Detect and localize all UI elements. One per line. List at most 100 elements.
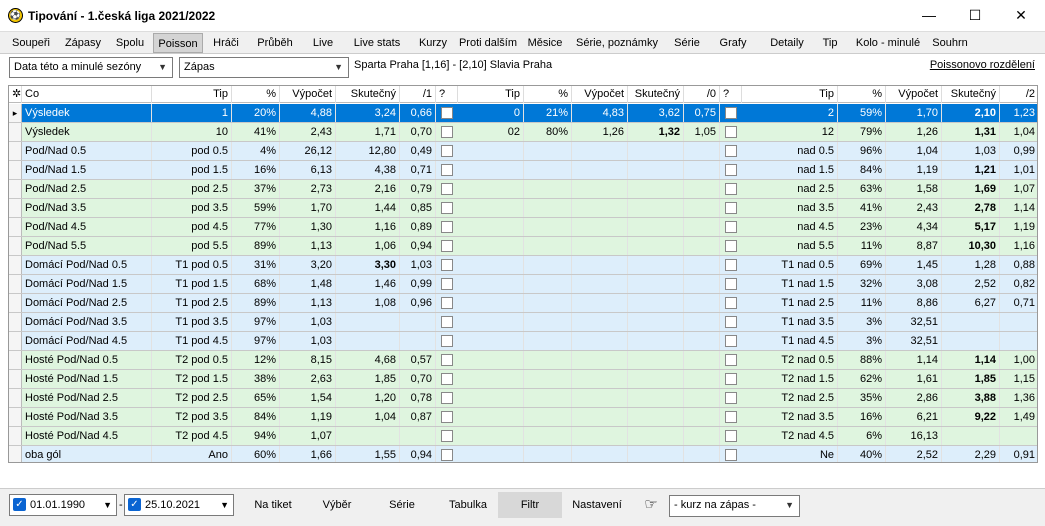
- row-indicator[interactable]: [9, 123, 22, 141]
- tab-12[interactable]: Série: [668, 33, 706, 53]
- row-indicator[interactable]: [9, 142, 22, 160]
- table-row[interactable]: Hosté Pod/Nad 3.5 T2 pod 3.5 84% 1,19 1,04 0,…: [9, 408, 1037, 427]
- column-header-8[interactable]: %: [524, 86, 572, 103]
- vyber-button[interactable]: Výběr: [308, 492, 366, 518]
- tab-7[interactable]: Live stats: [344, 33, 410, 53]
- row-indicator[interactable]: [9, 161, 22, 179]
- column-header-17[interactable]: /2: [1000, 86, 1037, 103]
- tab-1[interactable]: Zápasy: [57, 33, 109, 53]
- checkbox[interactable]: [441, 449, 453, 461]
- minimize-button[interactable]: —: [906, 0, 952, 31]
- row-indicator[interactable]: [9, 218, 22, 236]
- column-header-9[interactable]: Výpočet: [572, 86, 628, 103]
- checkbox[interactable]: [441, 411, 453, 423]
- row-indicator[interactable]: [9, 446, 22, 462]
- table-row[interactable]: Výsledek 10 41% 2,43 1,71 0,70 02 80% 1,26 1,32 1,…: [9, 123, 1037, 142]
- tab-9[interactable]: Proti dalším: [456, 33, 520, 53]
- table-row[interactable]: ▸ Výsledek 1 20% 4,88 3,24 0,66 0 21% 4,83 3,62 0,7…: [9, 104, 1037, 123]
- checkbox[interactable]: [441, 430, 453, 442]
- row-indicator[interactable]: [9, 275, 22, 293]
- table-row[interactable]: Pod/Nad 0.5 pod 0.5 4% 26,12 12,80 0,49 nad 0.…: [9, 142, 1037, 161]
- checkbox[interactable]: [441, 392, 453, 404]
- checkbox[interactable]: [441, 354, 453, 366]
- column-header-4[interactable]: Skutečný: [336, 86, 400, 103]
- checkbox[interactable]: [441, 278, 453, 290]
- column-header-16[interactable]: Skutečný: [942, 86, 1000, 103]
- row-indicator[interactable]: [9, 199, 22, 217]
- column-header-13[interactable]: Tip: [742, 86, 838, 103]
- table-row[interactable]: Domácí Pod/Nad 2.5 T1 pod 2.5 89% 1,13 1,08 0…: [9, 294, 1037, 313]
- table-row[interactable]: oba gól Ano 60% 1,66 1,55 0,94 Ne 40% 2,52 2,29 0,…: [9, 446, 1037, 462]
- checkbox[interactable]: [725, 430, 737, 442]
- checkbox[interactable]: [725, 354, 737, 366]
- table-row[interactable]: Pod/Nad 2.5 pod 2.5 37% 2,73 2,16 0,79 nad 2.5…: [9, 180, 1037, 199]
- checkbox[interactable]: [441, 126, 453, 138]
- checkbox[interactable]: [441, 297, 453, 309]
- column-header-5[interactable]: /1: [400, 86, 436, 103]
- row-indicator[interactable]: [9, 408, 22, 426]
- table-row[interactable]: Domácí Pod/Nad 0.5 T1 pod 0.5 31% 3,20 3,30 1…: [9, 256, 1037, 275]
- checkbox[interactable]: [725, 278, 737, 290]
- date-to-field[interactable]: ✓ 25.10.2021 ▼: [124, 494, 234, 516]
- row-indicator[interactable]: [9, 389, 22, 407]
- scope-dropdown[interactable]: Zápas ▼: [179, 57, 349, 78]
- checkbox[interactable]: [725, 221, 737, 233]
- column-header-10[interactable]: Skutečný: [628, 86, 684, 103]
- serie-button[interactable]: Série: [372, 492, 432, 518]
- checkbox[interactable]: [725, 297, 737, 309]
- table-row[interactable]: Hosté Pod/Nad 1.5 T2 pod 1.5 38% 2,63 1,85 0,…: [9, 370, 1037, 389]
- column-header-11[interactable]: /0: [684, 86, 720, 103]
- tab-11[interactable]: Série, poznámky: [568, 33, 666, 53]
- row-indicator[interactable]: [9, 351, 22, 369]
- checkbox[interactable]: [441, 221, 453, 233]
- filtr-button[interactable]: Filtr: [498, 492, 562, 518]
- checkbox[interactable]: [725, 164, 737, 176]
- column-header-0[interactable]: Co: [22, 86, 152, 103]
- column-header-6[interactable]: ?: [436, 86, 458, 103]
- checkbox[interactable]: [725, 335, 737, 347]
- checkbox[interactable]: [441, 202, 453, 214]
- nastaveni-button[interactable]: Nastavení: [566, 492, 628, 518]
- checkbox[interactable]: [725, 449, 737, 461]
- tab-17[interactable]: Souhrn: [928, 33, 972, 53]
- row-indicator[interactable]: [9, 332, 22, 350]
- tab-3[interactable]: Poisson: [153, 33, 203, 53]
- row-indicator[interactable]: [9, 180, 22, 198]
- checkbox[interactable]: [725, 392, 737, 404]
- table-row[interactable]: Hosté Pod/Nad 4.5 T2 pod 4.5 94% 1,07 T2 nad…: [9, 427, 1037, 446]
- tab-5[interactable]: Průběh: [249, 33, 301, 53]
- table-row[interactable]: Pod/Nad 4.5 pod 4.5 77% 1,30 1,16 0,89 nad 4.5…: [9, 218, 1037, 237]
- odds-dropdown[interactable]: - kurz na zápas - ▼: [669, 495, 800, 517]
- table-row[interactable]: Pod/Nad 5.5 pod 5.5 89% 1,13 1,06 0,94 nad 5.5…: [9, 237, 1037, 256]
- checkbox[interactable]: [441, 240, 453, 252]
- table-row[interactable]: Domácí Pod/Nad 1.5 T1 pod 1.5 68% 1,48 1,46 0…: [9, 275, 1037, 294]
- tab-16[interactable]: Kolo - minulé: [848, 33, 928, 53]
- row-indicator[interactable]: [9, 256, 22, 274]
- tab-14[interactable]: Detaily: [758, 33, 816, 53]
- poisson-link[interactable]: Poissonovo rozdělení: [930, 59, 1035, 71]
- column-header-2[interactable]: %: [232, 86, 280, 103]
- checkbox[interactable]: [725, 126, 737, 138]
- checkbox[interactable]: [441, 183, 453, 195]
- row-indicator[interactable]: [9, 294, 22, 312]
- na-tiket-button[interactable]: Na tiket: [244, 492, 302, 518]
- checkbox[interactable]: [725, 373, 737, 385]
- checkbox[interactable]: [725, 411, 737, 423]
- close-button[interactable]: ✕: [998, 0, 1044, 31]
- checkbox[interactable]: [725, 145, 737, 157]
- checkbox[interactable]: [725, 259, 737, 271]
- column-header-14[interactable]: %: [838, 86, 886, 103]
- checkbox-icon[interactable]: ✓: [128, 498, 141, 511]
- tab-0[interactable]: Soupeři: [5, 33, 57, 53]
- checkbox[interactable]: [441, 145, 453, 157]
- tab-8[interactable]: Kurzy: [412, 33, 454, 53]
- column-header-12[interactable]: ?: [720, 86, 742, 103]
- checkbox[interactable]: [441, 259, 453, 271]
- checkbox[interactable]: [725, 183, 737, 195]
- table-row[interactable]: Hosté Pod/Nad 2.5 T2 pod 2.5 65% 1,54 1,20 0,…: [9, 389, 1037, 408]
- checkbox[interactable]: [441, 107, 453, 119]
- checkbox[interactable]: [725, 240, 737, 252]
- table-row[interactable]: Pod/Nad 3.5 pod 3.5 59% 1,70 1,44 0,85 nad 3.5…: [9, 199, 1037, 218]
- column-header-15[interactable]: Výpočet: [886, 86, 942, 103]
- checkbox[interactable]: [441, 373, 453, 385]
